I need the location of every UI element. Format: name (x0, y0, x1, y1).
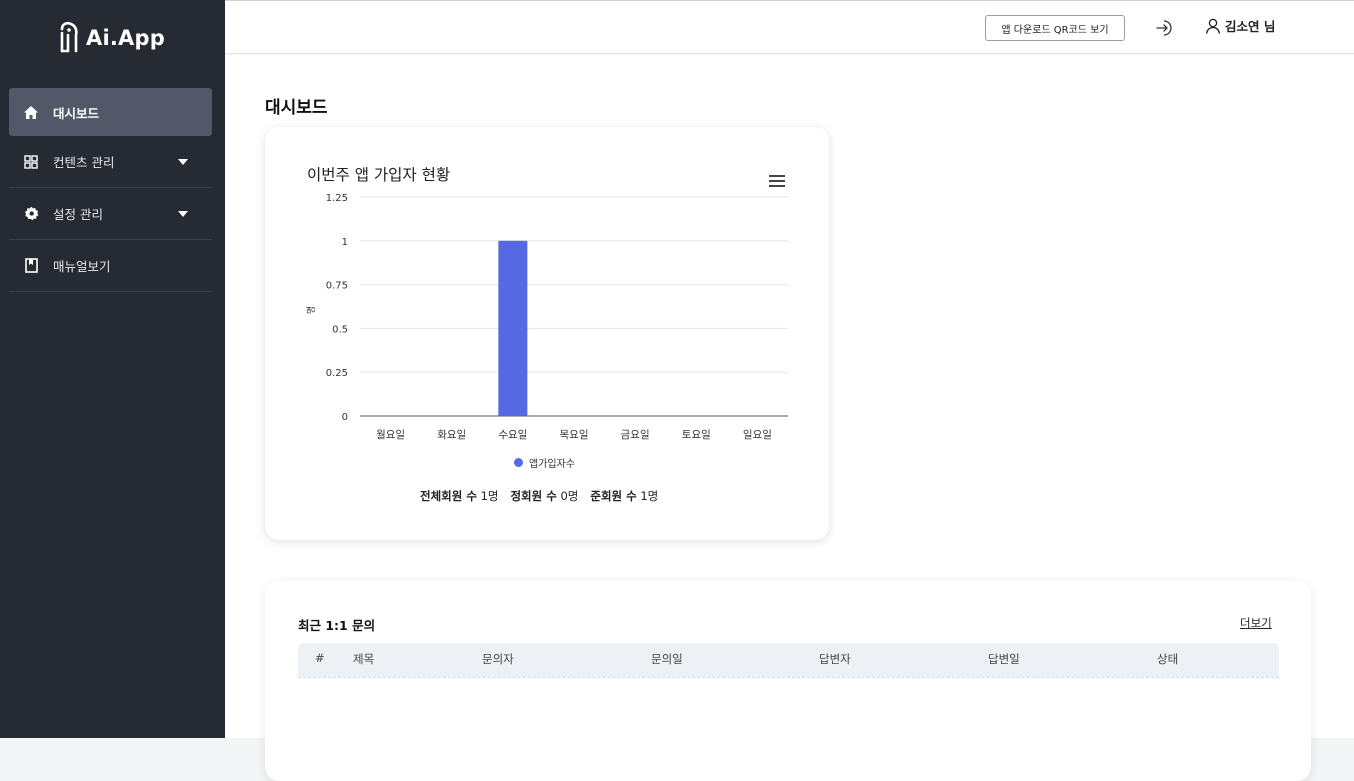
legend-label: 앱가입자수 (529, 459, 575, 470)
grid-icon (23, 154, 39, 170)
qr-download-button[interactable]: 앱 다운로드 QR코드 보기 (985, 15, 1125, 41)
column-header[interactable]: 상태 (1157, 651, 1178, 667)
y-axis-label: 명 (306, 306, 317, 314)
chart-legend[interactable]: 앱가입자수 (514, 455, 575, 470)
inquiry-card: 최근 1:1 문의 더보기 # 제목 문의자 문의일 답변자 답변일 상태 (265, 581, 1311, 781)
y-tick-label: 0.25 (326, 368, 348, 379)
app-logo[interactable]: Ai.App (58, 18, 165, 58)
x-tick-label: 수요일 (498, 428, 527, 441)
main-content: 대시보드 이번주 앱 가입자 현황 0 0.25 0.5 0.75 1 1.25 명 월요일 화… (225, 55, 1354, 781)
sidebar-item-label: 매뉴얼보기 (53, 259, 111, 274)
sidebar-item-dashboard[interactable]: 대시보드 (9, 88, 212, 136)
logo-icon (60, 21, 78, 53)
user-menu[interactable]: 김소연 님 (1205, 16, 1275, 35)
user-icon (1205, 18, 1221, 34)
stat-associate: 준회원 수 1명 (590, 489, 659, 503)
x-tick-label: 월요일 (376, 428, 405, 441)
column-header[interactable]: 답변일 (988, 651, 1020, 667)
page-title: 대시보드 (265, 98, 328, 118)
signup-chart-card: 이번주 앱 가입자 현황 0 0.25 0.5 0.75 1 1.25 명 월요일 화요일 수요일… (265, 127, 829, 540)
member-stats: 전체회원 수 1명 정회원 수 0명 준회원 수 1명 (420, 488, 658, 504)
y-tick-label: 1 (342, 237, 348, 248)
top-header: 앱 다운로드 QR코드 보기 김소연 님 (225, 0, 1354, 54)
y-tick-label: 0 (342, 412, 348, 423)
stat-total: 전체회원 수 1명 (420, 489, 499, 503)
sidebar-item-label: 대시보드 (53, 105, 100, 121)
bookmark-icon (23, 258, 39, 274)
column-header[interactable]: 답변자 (819, 651, 851, 667)
sidebar-item-settings-management[interactable]: 설정 관리 (9, 188, 212, 240)
sidebar-nav: 대시보드 컨텐츠 관리 설정 관리 매뉴얼보기 (9, 88, 212, 292)
x-tick-label: 토요일 (682, 428, 711, 441)
gear-icon (23, 206, 39, 222)
y-tick-label: 1.25 (326, 193, 348, 204)
inquiry-title: 최근 1:1 문의 (298, 618, 376, 633)
sidebar-item-manual[interactable]: 매뉴얼보기 (9, 240, 212, 292)
x-tick-label: 일요일 (743, 428, 772, 441)
sidebar-item-content-management[interactable]: 컨텐츠 관리 (9, 136, 212, 188)
column-header[interactable]: 문의자 (482, 651, 514, 667)
x-tick-label: 목요일 (560, 428, 589, 441)
chevron-down-icon[interactable] (178, 210, 188, 217)
column-header[interactable]: 제목 (353, 651, 374, 667)
home-icon (23, 104, 39, 120)
stat-regular: 정회원 수 0명 (510, 489, 579, 503)
table-header: # 제목 문의자 문의일 답변자 답변일 상태 (298, 643, 1279, 677)
app-name: Ai.App (86, 26, 165, 50)
bar-chart: 0 0.25 0.5 0.75 1 1.25 명월요일 화요일 수요일 목요일 금요일 토요일 일요일 (306, 193, 788, 441)
y-tick-label: 0.75 (326, 281, 348, 292)
table-divider (298, 677, 1279, 678)
sidebar-item-label: 컨텐츠 관리 (53, 155, 115, 170)
y-tick-label: 0.5 (332, 324, 348, 335)
bar (498, 240, 528, 416)
column-header[interactable]: # (315, 651, 325, 665)
logout-icon[interactable] (1155, 18, 1175, 38)
legend-marker (514, 458, 523, 467)
sidebar-item-label: 설정 관리 (53, 207, 103, 222)
column-header[interactable]: 문의일 (651, 651, 683, 667)
x-tick-label: 화요일 (437, 428, 466, 441)
chevron-down-icon[interactable] (178, 158, 188, 165)
more-link[interactable]: 더보기 (1240, 615, 1272, 631)
sidebar: Ai.App 대시보드 컨텐츠 관리 설정 관리 매뉴얼보기 (0, 0, 225, 738)
x-tick-label: 금요일 (621, 428, 650, 441)
user-name: 김소연 님 (1225, 19, 1276, 34)
